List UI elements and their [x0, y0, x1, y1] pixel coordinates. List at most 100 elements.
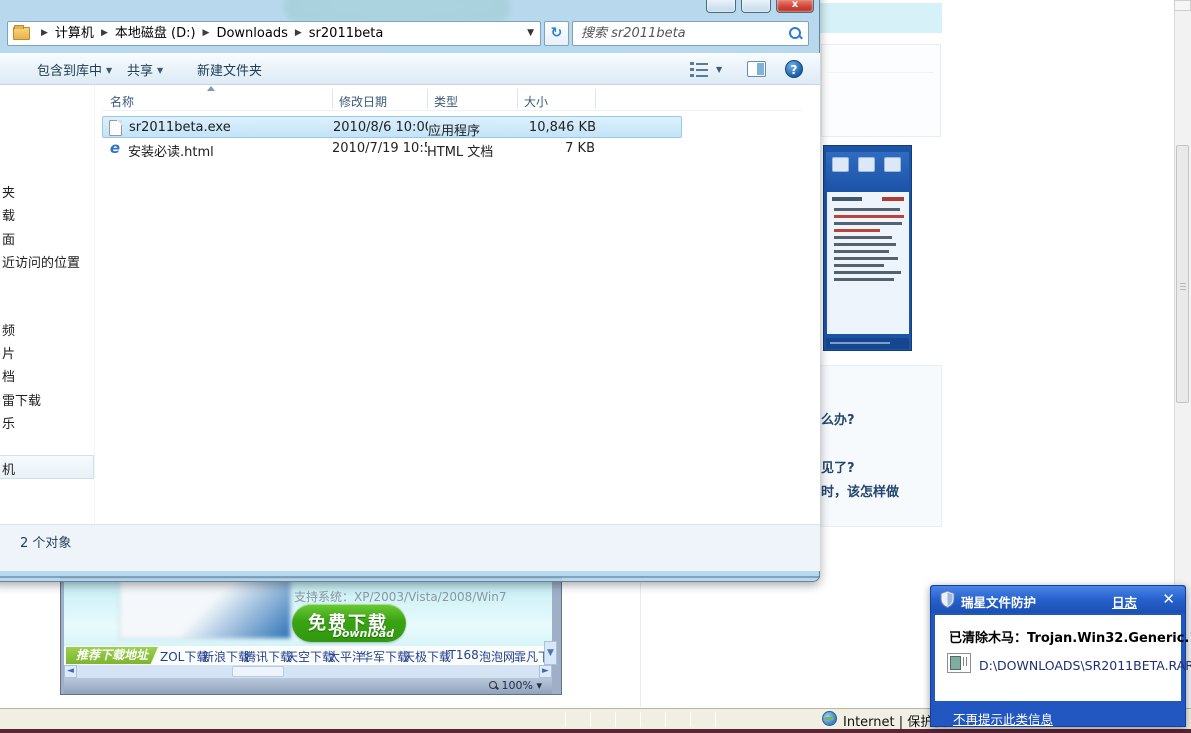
refresh-button[interactable]: ↻	[544, 21, 569, 46]
thumbnail-text-line	[834, 208, 900, 211]
page-link-fragment[interactable]: 见了?	[821, 457, 855, 476]
help-icon[interactable]: ?	[785, 60, 803, 78]
free-download-button[interactable]: 免费下载 Download	[292, 604, 406, 642]
minimize-button[interactable]	[706, 0, 736, 13]
promo-scroll-down-button[interactable]: ▼	[544, 641, 557, 665]
file-icon	[947, 653, 971, 673]
thumbnail-link-bar	[882, 197, 904, 201]
thumbnail-text-line	[834, 222, 902, 225]
popup-title: 瑞星文件防护	[961, 595, 1037, 610]
page-content-box	[821, 44, 941, 137]
breadcrumb-item[interactable]: Downloads	[216, 22, 287, 45]
breadcrumb-dropdown-icon[interactable]: ▼	[527, 22, 534, 45]
sidebar-item[interactable]: 载	[2, 205, 15, 224]
download-site-link[interactable]: 天空下载	[286, 648, 334, 665]
scrollbar-thumb[interactable]	[232, 666, 284, 677]
sidebar-item[interactable]: 频	[2, 320, 15, 339]
log-link[interactable]: 日志	[1112, 592, 1137, 611]
download-site-link[interactable]: IT168	[445, 648, 479, 662]
sidebar-item[interactable]: 雷下载	[2, 390, 41, 409]
breadcrumb-item[interactable]: 计算机	[55, 22, 94, 45]
column-header-size[interactable]: 大小	[524, 93, 548, 110]
column-header-row: 名称 修改日期 类型 大小	[102, 86, 802, 111]
download-site-link[interactable]: 太平洋	[328, 648, 364, 665]
download-site-link[interactable]: 泡泡网	[479, 648, 515, 665]
scrollbar-thumb[interactable]	[1176, 145, 1189, 403]
close-button[interactable]: x	[776, 0, 814, 13]
scrollbar-up-button[interactable]	[1174, 0, 1191, 11]
pane-divider	[94, 85, 95, 524]
share-button[interactable]: 共享 ▼	[127, 60, 163, 79]
zoom-level: 100%	[501, 679, 533, 692]
zoom-control[interactable]: 100% ▾	[488, 679, 542, 692]
thumbnail-text-line	[834, 236, 892, 239]
window-bottom-edge	[0, 729, 1191, 733]
thumbnail-toolbar	[826, 152, 909, 188]
dont-show-again-link[interactable]: 不再提示此类信息	[953, 709, 1053, 728]
app-screenshot-thumbnail	[823, 145, 912, 351]
breadcrumb-arrow-icon: ▶	[100, 28, 108, 38]
magnifier-icon	[488, 681, 498, 690]
promo-horizontal-scrollbar[interactable]: ◄ ►	[64, 665, 552, 678]
download-button-label-en: Download	[332, 627, 394, 640]
popup-title-bar[interactable]: 瑞星文件防护 日志 ✕	[931, 586, 1185, 613]
shield-icon	[939, 590, 956, 612]
column-header-type[interactable]: 类型	[434, 93, 458, 110]
preview-pane-icon[interactable]	[747, 61, 766, 77]
sidebar-item[interactable]: 面	[2, 229, 15, 248]
breadcrumb-item[interactable]: sr2011beta	[309, 22, 384, 45]
search-input[interactable]	[579, 23, 779, 44]
chevron-down-icon[interactable]: ▼	[716, 65, 722, 74]
maximize-button[interactable]	[741, 0, 771, 13]
window-edge	[0, 576, 820, 578]
sidebar-item[interactable]: 近访问的位置	[2, 252, 80, 271]
breadcrumb-arrow-icon: ▶	[41, 28, 48, 38]
close-icon[interactable]: ✕	[1162, 590, 1175, 608]
sidebar-item[interactable]: 夹	[2, 182, 15, 201]
thumbnail-text-line	[834, 278, 894, 281]
explorer-window: x ▶ 计算机 ▶ 本地磁盘 (D:) ▶ Downloads ▶ sr2011…	[0, 0, 820, 582]
download-site-link[interactable]: 华军下载	[361, 648, 409, 665]
download-site-link[interactable]: 新浪下载	[202, 648, 250, 665]
breadcrumb[interactable]: ▶ 计算机 ▶ 本地磁盘 (D:) ▶ Downloads ▶ sr2011be…	[7, 21, 541, 46]
sidebar-item[interactable]: 片	[2, 343, 15, 362]
sidebar-item[interactable]: 档	[2, 366, 15, 385]
thumbnail-toolbar-icon	[884, 157, 901, 172]
thumbnail-text-line	[834, 271, 901, 274]
scroll-right-button[interactable]: ►	[539, 665, 552, 678]
address-bar-row: ▶ 计算机 ▶ 本地磁盘 (D:) ▶ Downloads ▶ sr2011be…	[0, 21, 821, 49]
file-name: sr2011beta.exe	[129, 120, 231, 135]
column-header-name[interactable]: 名称	[110, 93, 134, 110]
page-link-fragment[interactable]: 时，该怎样做	[821, 481, 899, 500]
threat-file-path: D:\DOWNLOADS\SR2011BETA.RAR	[979, 658, 1191, 673]
promo-banner: 支持系统：XP/2003/Vista/2008/Win7 免费下载 Downlo…	[64, 581, 552, 646]
include-in-library-button[interactable]: 包含到库中 ▼	[37, 60, 112, 79]
thumbnail-text-line	[834, 243, 896, 246]
chevron-down-icon: ▼	[157, 66, 164, 75]
scrollbar-thumb-grip	[1180, 283, 1186, 291]
sidebar-item-selected[interactable]: 机	[0, 455, 94, 479]
page-faq-box	[818, 365, 942, 527]
thumbnail-toolbar-icon	[832, 157, 849, 172]
download-site-link[interactable]: 腾讯下载	[244, 648, 292, 665]
divider	[828, 72, 934, 73]
trojan-removed-message: 已清除木马：Trojan.Win32.Generic.1...	[949, 631, 1191, 646]
breadcrumb-item[interactable]: 本地磁盘 (D:)	[115, 22, 196, 45]
scroll-left-button[interactable]: ◄	[64, 665, 77, 678]
file-type: HTML 文档	[427, 145, 494, 160]
thumbnail-statusbar	[826, 338, 909, 349]
search-box[interactable]	[572, 21, 809, 46]
download-site-link[interactable]: 天极下载	[403, 648, 451, 665]
file-row[interactable]: e 安装必读.html 2010/7/19 10:52 HTML 文档 7 KB	[102, 138, 682, 161]
recommend-download-label: 推荐下载地址	[66, 647, 158, 664]
change-view-icon[interactable]	[690, 61, 710, 77]
new-folder-button[interactable]: 新建文件夹	[197, 60, 262, 79]
page-link-fragment[interactable]: 么办?	[821, 409, 855, 428]
column-header-date[interactable]: 修改日期	[339, 93, 387, 110]
file-size: 7 KB	[565, 141, 595, 156]
file-name: 安装必读.html	[128, 145, 214, 160]
thumbnail-text-line	[834, 257, 898, 260]
sidebar-item[interactable]: 乐	[2, 413, 15, 432]
file-row[interactable]: sr2011beta.exe 2010/8/6 10:00 应用程序 10,84…	[102, 116, 682, 139]
thumbnail-panel	[827, 192, 909, 334]
